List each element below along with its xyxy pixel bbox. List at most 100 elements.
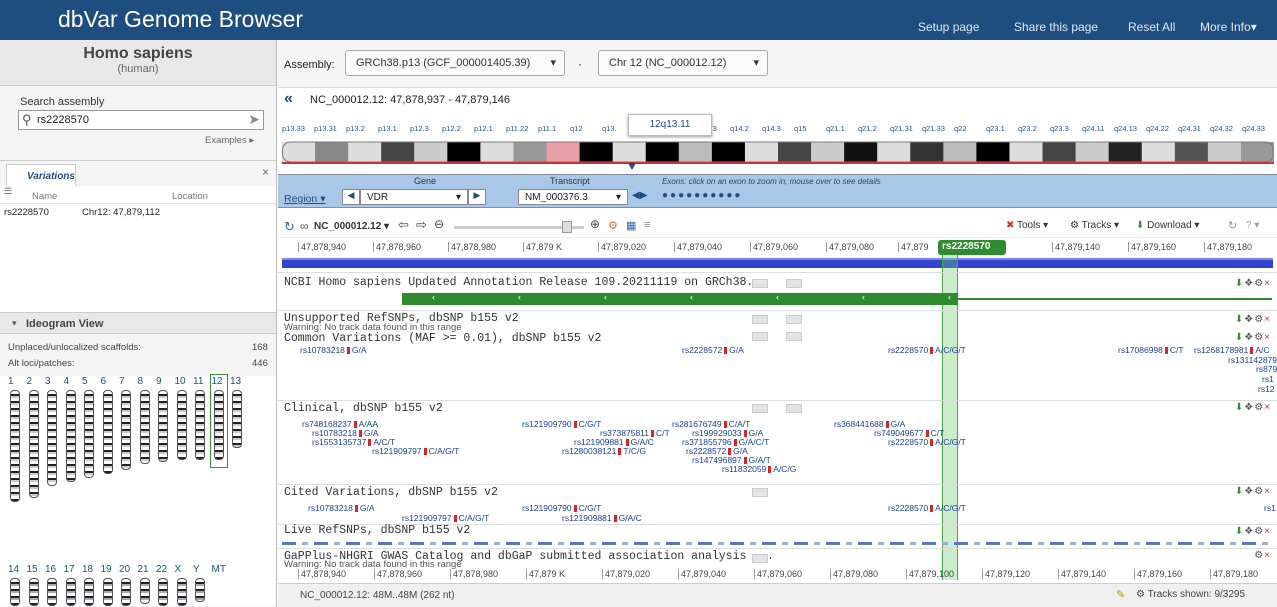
cyto-band-label[interactable]: q24.22: [1146, 124, 1169, 133]
search-input[interactable]: ⚲ rs2228570 ➤: [18, 110, 264, 130]
cyto-band-label[interactable]: q14.2: [730, 124, 749, 133]
chromosome-3[interactable]: [47, 390, 57, 486]
cyto-band[interactable]: [943, 142, 977, 162]
track-title-live[interactable]: Live RefSNPs, dbSNP b155 v2: [284, 524, 470, 537]
chromosome-8[interactable]: [139, 390, 150, 464]
gene-select[interactable]: VDR ▾: [360, 189, 468, 205]
assembly-select[interactable]: GRCh38.p13 (GCF_000001405.39) ▾: [345, 50, 565, 76]
cyto-band-label[interactable]: q24.11: [1082, 124, 1104, 133]
cyto-band-label[interactable]: q13.: [602, 124, 617, 133]
cyto-band[interactable]: [1141, 142, 1176, 162]
pencil-icon[interactable]: ✎: [1116, 588, 1125, 601]
cyto-band-label[interactable]: q24.13: [1114, 124, 1137, 133]
cyto-band-label[interactable]: q15: [794, 124, 807, 133]
gene-prev-button[interactable]: ◀: [342, 189, 360, 205]
sequence-select[interactable]: NC_000012.12 ▾: [314, 221, 389, 232]
variation-label[interactable]: rs879: [1256, 364, 1277, 374]
variation-label[interactable]: rs121909797 C/A/G/T: [372, 446, 459, 456]
cyto-band-label[interactable]: q12: [570, 124, 583, 133]
chromosome-19[interactable]: [102, 578, 113, 606]
variation-label[interactable]: rs121909881 G/A/C: [562, 513, 642, 523]
track-controls[interactable]: ⬇❖⚙×: [1235, 402, 1271, 413]
cyto-band-label[interactable]: p13.33: [282, 124, 305, 133]
cyto-band[interactable]: [282, 142, 316, 162]
track-title-common[interactable]: Common Variations (MAF >= 0.01), dbSNP b…: [284, 332, 601, 345]
cyto-band-label[interactable]: q14.3: [762, 124, 781, 133]
cyto-band-label[interactable]: q21.1: [826, 124, 845, 133]
chromosome-label[interactable]: 10: [175, 376, 186, 387]
zoom-slider-handle[interactable]: [562, 221, 572, 233]
cyto-band-label[interactable]: q23.1: [986, 124, 1005, 133]
cyto-band-label[interactable]: p13.2: [346, 124, 365, 133]
chromosome-14[interactable]: [10, 578, 20, 606]
cyto-band-label[interactable]: q23.3: [1050, 124, 1069, 133]
track-button[interactable]: [786, 279, 802, 288]
chromosome-label[interactable]: 2: [27, 376, 33, 387]
chromosome-6[interactable]: [102, 390, 113, 474]
track-button[interactable]: [786, 404, 802, 413]
cyto-band-label[interactable]: q21.2: [858, 124, 877, 133]
go-icon[interactable]: ➤: [248, 111, 260, 128]
chromosome-label[interactable]: 14: [8, 564, 19, 575]
track-title-clinical[interactable]: Clinical, dbSNP b155 v2: [284, 402, 443, 415]
chromosome-label[interactable]: 22: [156, 564, 167, 575]
track-button[interactable]: [752, 488, 768, 497]
filter-icon[interactable]: ☰: [4, 186, 12, 197]
chromosome-label[interactable]: 7: [119, 376, 125, 387]
transcript-select[interactable]: NM_000376.3 ▾: [518, 189, 628, 205]
zoom-out-icon[interactable]: ⊖: [434, 217, 444, 231]
chromosome-label[interactable]: 3: [45, 376, 51, 387]
chromosome-label[interactable]: 1: [8, 376, 14, 387]
track-button[interactable]: [752, 332, 768, 341]
track-button[interactable]: [752, 404, 768, 413]
cyto-band[interactable]: [645, 142, 680, 162]
exon-nav-icon[interactable]: ◀▶: [632, 190, 647, 201]
reload-icon[interactable]: ↻: [1228, 219, 1237, 232]
tab-variations[interactable]: Variations: [6, 164, 76, 186]
setup-page-link[interactable]: Setup page: [918, 20, 979, 34]
ruler-icon[interactable]: ≡: [644, 219, 650, 231]
variation-label[interactable]: rs12: [1258, 384, 1275, 394]
cyto-band[interactable]: [1207, 142, 1242, 162]
graphics-area[interactable]: 47,878,940 47,878,960 47,878,980 47,879 K 47…: [278, 238, 1277, 583]
cyto-band[interactable]: [910, 142, 944, 162]
cyto-band-label[interactable]: p13.31: [314, 124, 337, 133]
tracks-menu[interactable]: ⚙ Tracks ▾: [1070, 220, 1119, 231]
markers-icon[interactable]: ⚙: [608, 219, 618, 232]
refresh-icon[interactable]: ↻: [284, 219, 295, 235]
cyto-band-label[interactable]: p13.1: [378, 124, 397, 133]
chromosome-1[interactable]: [10, 390, 20, 502]
share-page-link[interactable]: Share this page: [1014, 20, 1098, 34]
chromosome-ideogram[interactable]: [282, 134, 1274, 170]
cyto-band[interactable]: [513, 142, 548, 162]
chromosome-label[interactable]: 8: [138, 376, 144, 387]
chromosome-5[interactable]: [84, 390, 94, 478]
zoom-in-icon[interactable]: ⊕: [590, 217, 600, 231]
cyto-band-label[interactable]: p11.22: [506, 124, 528, 133]
track-controls[interactable]: ⬇❖⚙×: [1235, 314, 1271, 325]
cyto-band[interactable]: [744, 142, 779, 162]
config-icon[interactable]: ▦: [626, 219, 636, 232]
cyto-band[interactable]: [877, 142, 911, 162]
chromosome-10[interactable]: [176, 390, 187, 460]
chromosome-label[interactable]: X: [175, 564, 182, 575]
cyto-band-label[interactable]: q21.33: [922, 124, 945, 133]
chromosome-17[interactable]: [65, 578, 76, 606]
chromosome-9[interactable]: [158, 390, 168, 462]
help-menu[interactable]: ? ▾: [1246, 220, 1259, 231]
cyto-band-label[interactable]: q24.32: [1210, 124, 1233, 133]
variation-label[interactable]: rs2228570 A/C/G/T: [888, 503, 966, 513]
chromosome-21[interactable]: [139, 578, 150, 604]
track-button[interactable]: [752, 279, 768, 288]
cyto-band-label[interactable]: p12.2: [442, 124, 461, 133]
link-icon[interactable]: ∞: [300, 219, 309, 233]
cyto-band[interactable]: [414, 142, 448, 162]
cyto-band-label[interactable]: p11.1: [538, 124, 556, 133]
variation-label[interactable]: rs2228572 G/A: [682, 345, 744, 355]
variation-label[interactable]: rs10783218 G/A: [308, 503, 375, 513]
track-button[interactable]: [752, 315, 768, 324]
variation-label[interactable]: rs121909790 C/G/T: [522, 419, 601, 429]
chromosome-label[interactable]: 9: [156, 376, 162, 387]
variation-label[interactable]: rs121909790 C/G/T: [522, 503, 601, 513]
chromosome-label[interactable]: 20: [119, 564, 130, 575]
